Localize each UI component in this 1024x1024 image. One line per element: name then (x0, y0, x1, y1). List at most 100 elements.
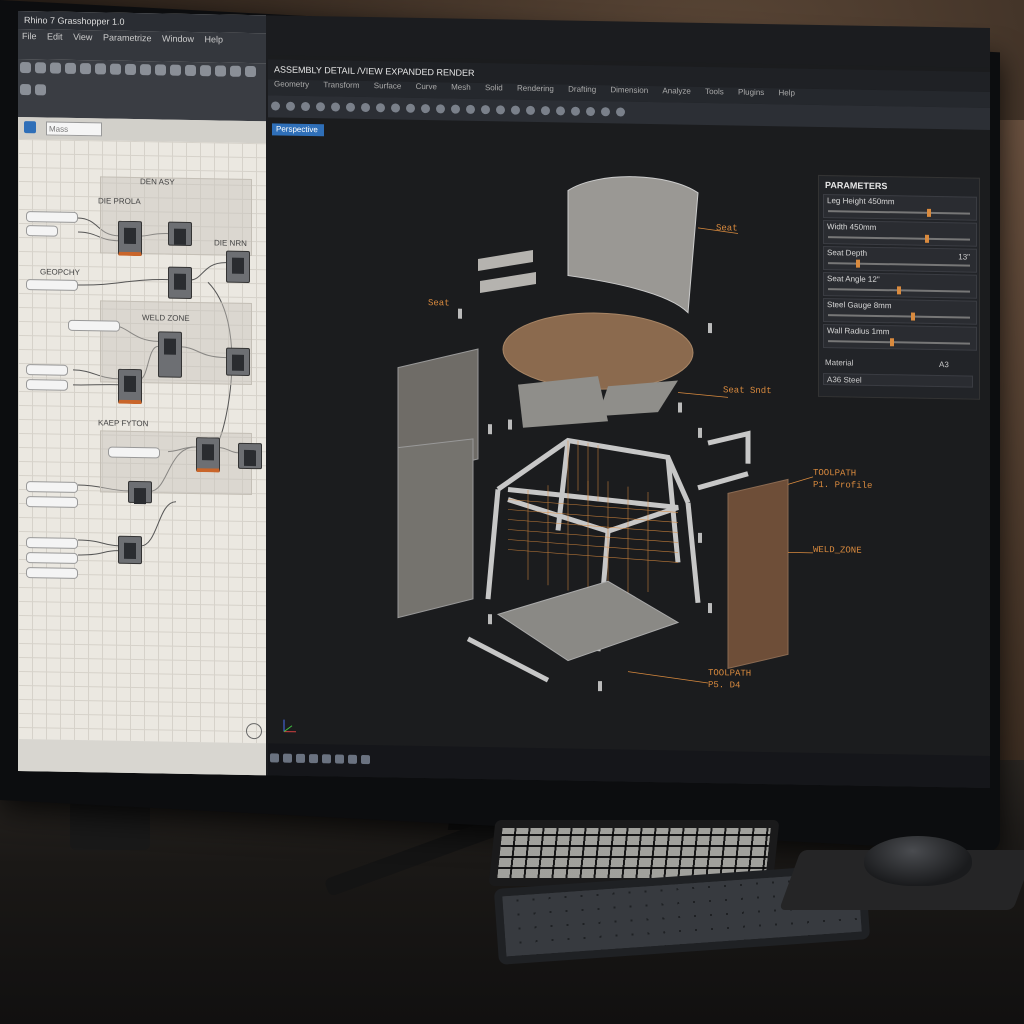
tool-icon[interactable] (331, 102, 340, 112)
slider-knob[interactable] (910, 312, 915, 321)
tab-drafting[interactable]: Drafting (568, 85, 596, 94)
param-slider[interactable] (828, 208, 970, 217)
taskbar-icon[interactable] (348, 754, 357, 764)
tool-icon[interactable] (391, 103, 400, 113)
tab-help[interactable]: Help (779, 88, 795, 97)
component-node[interactable] (196, 437, 220, 473)
param-slider[interactable] (828, 338, 970, 347)
tool-icon[interactable] (466, 104, 475, 114)
param-steel-gauge[interactable]: Steel Gauge 8mm (823, 298, 977, 325)
param-seat-depth[interactable]: Seat Depth 13" (823, 246, 977, 273)
component-icon[interactable] (110, 63, 121, 75)
node-canvas[interactable]: DEN ASY DIE PROLA DIE NRN GEOPCHY WELD Z… (18, 138, 266, 744)
component-icon[interactable] (170, 64, 181, 76)
component-node[interactable] (168, 266, 192, 299)
tab-perspective-view[interactable]: Perspective (272, 123, 324, 137)
slider-knob[interactable] (855, 259, 860, 268)
tab-surface[interactable]: Surface (374, 81, 402, 90)
tool-icon[interactable] (571, 106, 580, 116)
component-icon[interactable] (20, 61, 31, 74)
tab-dimension[interactable]: Dimension (610, 85, 648, 95)
tool-icon[interactable] (346, 102, 355, 112)
component-node[interactable] (226, 347, 250, 377)
tool-icon[interactable] (526, 105, 535, 115)
component-icon[interactable] (125, 63, 136, 76)
param-slider[interactable] (828, 286, 970, 295)
input-param[interactable] (26, 379, 68, 391)
param-slider[interactable] (828, 312, 970, 321)
menu-file[interactable]: File (22, 31, 37, 41)
tool-icon[interactable] (496, 105, 505, 115)
tab-plugins[interactable]: Plugins (738, 88, 764, 97)
slider-knob[interactable] (890, 338, 895, 347)
tool-icon[interactable] (586, 106, 595, 117)
input-param[interactable] (108, 446, 160, 459)
component-icon[interactable] (245, 65, 256, 78)
tool-icon[interactable] (451, 104, 460, 114)
taskbar-icon[interactable] (296, 753, 305, 763)
menu-parametrize[interactable]: Parametrize (103, 32, 152, 43)
tab-geometry[interactable]: Geometry (274, 79, 309, 89)
input-param[interactable] (26, 552, 78, 564)
slider-knob[interactable] (924, 234, 929, 243)
component-icon[interactable] (185, 64, 196, 77)
param-wall-radius[interactable]: Wall Radius 1mm (823, 324, 977, 351)
menu-help[interactable]: Help (205, 34, 224, 44)
component-node[interactable] (168, 221, 192, 246)
rhino-viewport[interactable]: Seat Seat Sndt Seat TOOLPATH P1. Profile… (268, 55, 990, 788)
component-icon[interactable] (65, 62, 76, 74)
tab-rendering[interactable]: Rendering (517, 84, 554, 94)
navigation-icon[interactable] (246, 722, 262, 740)
tool-icon[interactable] (406, 103, 415, 113)
component-node[interactable] (158, 331, 182, 378)
search-input[interactable] (46, 121, 102, 137)
tool-icon[interactable] (271, 101, 280, 111)
tool-icon[interactable] (301, 101, 310, 112)
input-param[interactable] (26, 537, 78, 549)
input-param[interactable] (26, 225, 58, 237)
param-slider[interactable] (828, 259, 970, 268)
param-slider[interactable] (828, 234, 970, 243)
component-icon[interactable] (80, 63, 91, 75)
tab-curve[interactable]: Curve (416, 82, 437, 91)
component-icon[interactable] (35, 62, 46, 74)
param-seat-angle[interactable]: Seat Angle 12" (823, 272, 977, 299)
tool-icon[interactable] (286, 101, 295, 111)
component-icon[interactable] (215, 65, 226, 77)
component-icon[interactable] (95, 63, 106, 75)
tab-tools[interactable]: Tools (705, 87, 724, 96)
param-width[interactable]: Width 450mm (823, 220, 977, 247)
tool-icon[interactable] (511, 105, 520, 115)
input-param[interactable] (26, 279, 78, 291)
menu-edit[interactable]: Edit (47, 31, 63, 41)
input-param[interactable] (26, 211, 78, 223)
save-icon[interactable] (24, 121, 36, 134)
menu-window[interactable]: Window (162, 33, 194, 44)
menu-view[interactable]: View (73, 32, 92, 42)
component-icon[interactable] (230, 65, 241, 77)
tool-icon[interactable] (436, 104, 445, 114)
tool-icon[interactable] (421, 103, 430, 114)
tool-icon[interactable] (361, 102, 370, 113)
component-icon[interactable] (20, 83, 31, 96)
component-node[interactable] (238, 442, 262, 470)
input-param[interactable] (26, 496, 78, 508)
component-node[interactable] (118, 368, 142, 405)
tab-mesh[interactable]: Mesh (451, 83, 471, 92)
input-param[interactable] (26, 567, 78, 579)
tool-icon[interactable] (376, 103, 385, 113)
component-icon[interactable] (50, 62, 61, 74)
component-icon[interactable] (200, 65, 211, 77)
component-icon[interactable] (140, 64, 151, 76)
tool-icon[interactable] (481, 105, 490, 115)
input-param[interactable] (26, 364, 68, 376)
taskbar-icon[interactable] (309, 754, 318, 764)
component-icon[interactable] (35, 84, 46, 96)
slider-knob[interactable] (927, 208, 932, 217)
taskbar-icon[interactable] (322, 754, 331, 764)
tool-icon[interactable] (541, 106, 550, 116)
tool-icon[interactable] (556, 106, 565, 116)
component-node[interactable] (226, 250, 250, 284)
component-node[interactable] (118, 220, 142, 257)
taskbar-icon[interactable] (283, 753, 292, 763)
